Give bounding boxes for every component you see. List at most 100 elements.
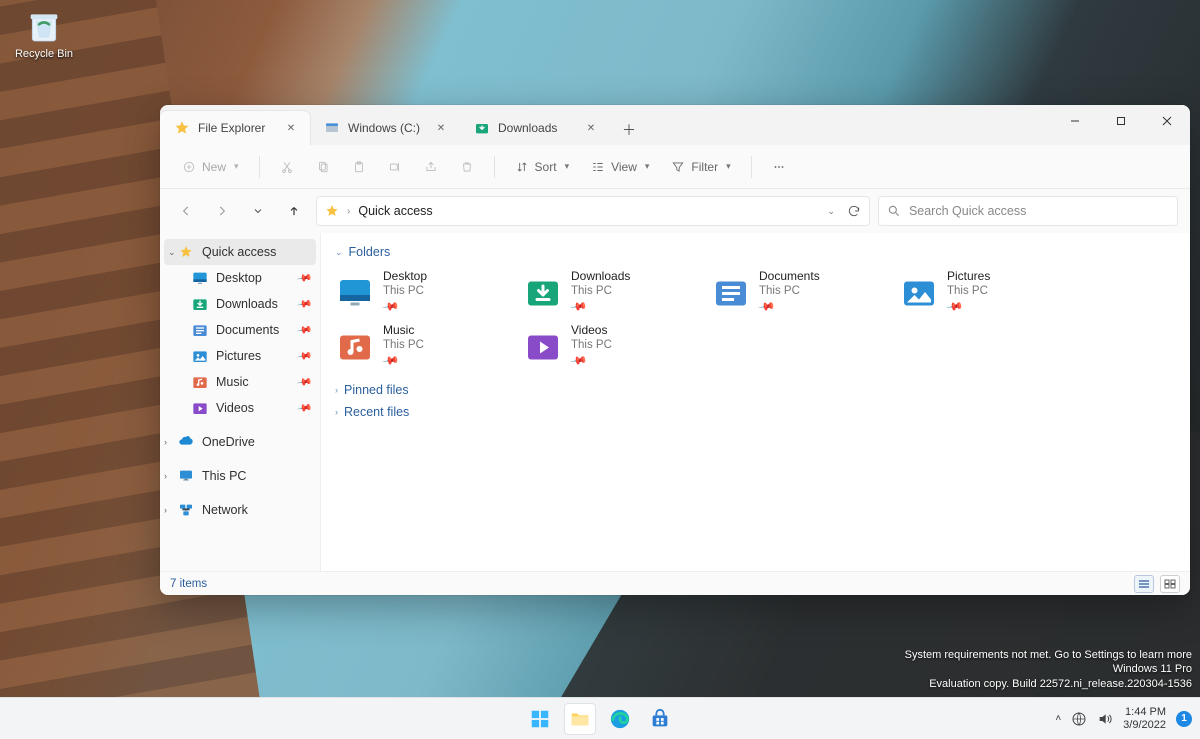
- folder-videos[interactable]: Videos This PC 📌: [523, 321, 699, 371]
- sort-button[interactable]: Sort ▾: [509, 156, 576, 178]
- tab-label: Windows (C:): [348, 121, 420, 135]
- recent-button[interactable]: [244, 197, 272, 225]
- chevron-right-icon: ›: [335, 407, 338, 417]
- desktop-icon: [192, 270, 208, 286]
- sidebar-item-quick-access[interactable]: ⌄ Quick access: [164, 239, 316, 265]
- pin-icon: 📌: [296, 400, 313, 416]
- chevron-right-icon: ›: [347, 206, 350, 217]
- new-tab-button[interactable]: ＋: [614, 115, 644, 145]
- toolbar: New ▾ Sort ▾ View ▾ Filter ▾: [160, 145, 1190, 189]
- tray-overflow-button[interactable]: ˄: [1055, 713, 1061, 724]
- sidebar-item-documents[interactable]: Documents📌: [160, 317, 320, 343]
- taskbar-edge[interactable]: [604, 703, 636, 735]
- folder-downloads[interactable]: Downloads This PC 📌: [523, 267, 699, 317]
- clock[interactable]: 1:44 PM 3/9/2022: [1123, 706, 1166, 731]
- details-view-button[interactable]: [1134, 575, 1154, 593]
- cut-button[interactable]: [274, 156, 300, 178]
- network-icon[interactable]: [1071, 711, 1087, 727]
- folder-music[interactable]: Music This PC 📌: [335, 321, 511, 371]
- tab-close-button[interactable]: ✕: [582, 119, 600, 137]
- new-button[interactable]: New ▾: [176, 156, 245, 178]
- sidebar-item-label: Desktop: [216, 271, 262, 285]
- folder-pictures[interactable]: Pictures This PC 📌: [899, 267, 1075, 317]
- recycle-bin-icon: [24, 6, 64, 46]
- pin-icon: 📌: [380, 352, 399, 371]
- network-icon: [178, 502, 194, 518]
- onedrive-icon: [178, 434, 194, 450]
- view-label: View: [611, 160, 637, 174]
- paste-button[interactable]: [346, 156, 372, 178]
- taskbar: ˄ 1:44 PM 3/9/2022 1: [0, 697, 1200, 739]
- notification-badge[interactable]: 1: [1176, 711, 1192, 727]
- tab-file-explorer[interactable]: File Explorer ✕: [160, 111, 310, 145]
- tab-windows-c[interactable]: Windows (C:) ✕: [310, 111, 460, 145]
- refresh-button[interactable]: [847, 204, 861, 218]
- close-button[interactable]: [1144, 105, 1190, 137]
- tab-label: Downloads: [498, 121, 557, 135]
- documents-icon: [192, 322, 208, 338]
- music-icon: [192, 374, 208, 390]
- delete-button[interactable]: [454, 156, 480, 178]
- sidebar-item-pictures[interactable]: Pictures📌: [160, 343, 320, 369]
- sidebar-item-downloads[interactable]: Downloads📌: [160, 291, 320, 317]
- volume-icon[interactable]: [1097, 711, 1113, 727]
- sidebar-item-this-pc[interactable]: ›This PC: [160, 463, 320, 489]
- pin-icon: 📌: [296, 348, 313, 364]
- up-button[interactable]: [280, 197, 308, 225]
- forward-button[interactable]: [208, 197, 236, 225]
- copy-button[interactable]: [310, 156, 336, 178]
- sidebar-item-label: Network: [202, 503, 248, 517]
- activation-watermark: System requirements not met. Go to Setti…: [905, 648, 1192, 691]
- group-pinned-files[interactable]: ›Pinned files: [335, 383, 1176, 397]
- folder-name: Videos: [571, 323, 612, 338]
- sidebar-item-music[interactable]: Music📌: [160, 369, 320, 395]
- folder-name: Downloads: [571, 269, 630, 284]
- drive-icon: [324, 120, 340, 136]
- new-label: New: [202, 160, 226, 174]
- taskbar-file-explorer[interactable]: [564, 703, 596, 735]
- pin-icon: 📌: [296, 296, 313, 312]
- search-box[interactable]: Search Quick access: [878, 196, 1178, 226]
- star-icon: [174, 120, 190, 136]
- group-folders[interactable]: ⌄Folders: [335, 245, 1176, 259]
- tab-downloads[interactable]: Downloads ✕: [460, 111, 610, 145]
- tab-close-button[interactable]: ✕: [282, 119, 300, 137]
- folder-documents[interactable]: Documents This PC 📌: [711, 267, 887, 317]
- folder-location: This PC: [383, 338, 424, 352]
- sidebar-item-videos[interactable]: Videos 📌: [160, 395, 320, 421]
- maximize-button[interactable]: [1098, 105, 1144, 137]
- search-icon: [887, 204, 901, 218]
- thumbnails-view-button[interactable]: [1160, 575, 1180, 593]
- thispc-icon: [178, 468, 194, 484]
- group-recent-files[interactable]: ›Recent files: [335, 405, 1176, 419]
- sidebar-item-label: Music: [216, 375, 249, 389]
- chevron-down-icon: ▾: [234, 161, 239, 172]
- sidebar-item-onedrive[interactable]: ›OneDrive: [160, 429, 320, 455]
- chevron-down-icon: ▾: [726, 161, 731, 172]
- more-button[interactable]: [766, 156, 792, 178]
- sidebar-item-desktop[interactable]: Desktop📌: [160, 265, 320, 291]
- filter-button[interactable]: Filter ▾: [665, 156, 736, 178]
- address-bar[interactable]: › Quick access ⌄: [316, 196, 870, 226]
- sidebar-item-label: Quick access: [202, 245, 276, 259]
- minimize-button[interactable]: [1052, 105, 1098, 137]
- chevron-down-icon: ⌄: [168, 247, 176, 258]
- status-bar: 7 items: [160, 571, 1190, 595]
- taskbar-store[interactable]: [644, 703, 676, 735]
- breadcrumb[interactable]: Quick access: [358, 204, 432, 218]
- view-button[interactable]: View ▾: [585, 156, 655, 178]
- rename-button[interactable]: [382, 156, 408, 178]
- back-button[interactable]: [172, 197, 200, 225]
- tab-close-button[interactable]: ✕: [432, 119, 450, 137]
- chevron-down-icon[interactable]: ⌄: [827, 206, 835, 217]
- folder-name: Music: [383, 323, 424, 338]
- pin-icon: 📌: [380, 298, 399, 317]
- start-button[interactable]: [524, 703, 556, 735]
- folder-desktop[interactable]: Desktop This PC 📌: [335, 267, 511, 317]
- sidebar-item-label: Videos: [216, 401, 254, 415]
- recycle-bin[interactable]: Recycle Bin: [10, 6, 78, 60]
- sidebar-item-network[interactable]: ›Network: [160, 497, 320, 523]
- chevron-down-icon: ⌄: [335, 247, 343, 258]
- share-button[interactable]: [418, 156, 444, 178]
- music-icon: [337, 328, 373, 364]
